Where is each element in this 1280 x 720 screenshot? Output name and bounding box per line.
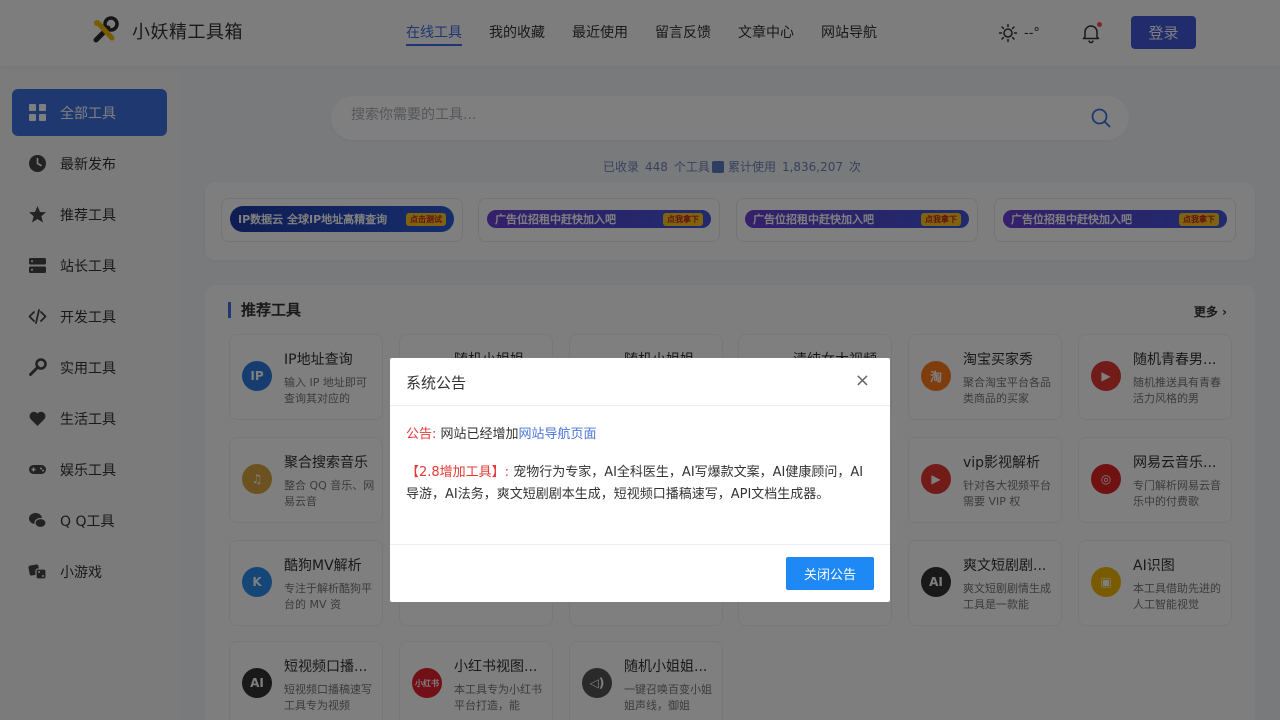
modal-body: 公告: 网站已经增加网站导航页面 【2.8增加工具】: 宠物行为专家，AI全科医… [390, 406, 890, 506]
modal-footer: 关闭公告 [390, 544, 890, 602]
close-icon[interactable]: × [855, 370, 870, 391]
site-nav-link[interactable]: 网站导航页面 [519, 427, 597, 442]
close-announcement-button[interactable]: 关闭公告 [786, 557, 874, 590]
modal-header: 系统公告 × [390, 358, 890, 406]
announcement-modal: 系统公告 × 公告: 网站已经增加网站导航页面 【2.8增加工具】: 宠物行为专… [390, 358, 890, 602]
update-label: 【2.8增加工具】: [406, 465, 510, 480]
announcement-text: 网站已经增加 [440, 427, 519, 442]
update-line: 【2.8增加工具】: 宠物行为专家，AI全科医生，AI写爆款文案，AI健康顾问，… [406, 462, 874, 506]
announcement-label: 公告: [406, 427, 437, 442]
announcement-line: 公告: 网站已经增加网站导航页面 [406, 424, 874, 446]
modal-title: 系统公告 [406, 374, 467, 392]
